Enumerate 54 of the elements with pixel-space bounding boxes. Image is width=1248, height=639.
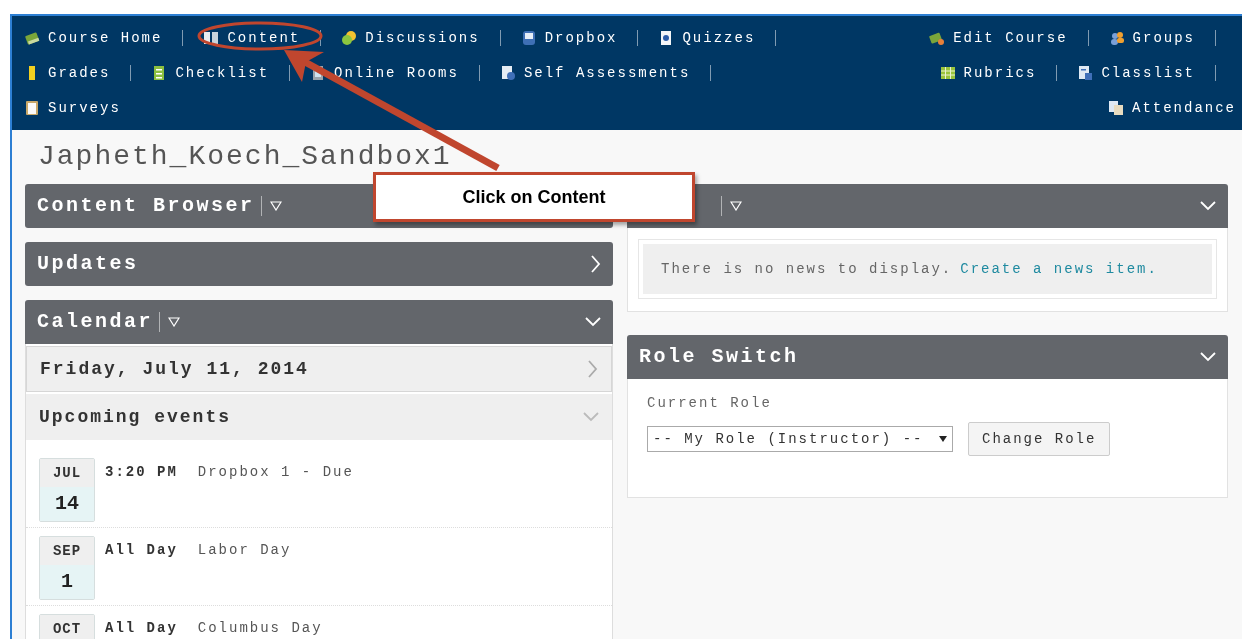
nav-link[interactable]: Rubrics (939, 63, 1037, 82)
nav-link[interactable]: Groups (1108, 28, 1195, 47)
grid-icon (939, 64, 956, 81)
speech-bubbles-icon (341, 29, 358, 46)
nav-link[interactable]: Self Assessments (499, 63, 691, 82)
book-icon (24, 29, 40, 46)
chevron-right-icon[interactable] (589, 255, 601, 273)
nav-link[interactable]: Edit Course (929, 28, 1068, 47)
dropdown-triangle-icon[interactable] (269, 201, 282, 211)
event-time: All Day (105, 541, 178, 560)
page-icon (499, 64, 516, 81)
create-news-link[interactable]: Create a news item. (960, 258, 1158, 280)
section-title: Upcoming events (39, 405, 232, 429)
event-time: All Day (105, 619, 178, 638)
date-label: Friday, July 11, 2014 (40, 357, 309, 381)
nav-link[interactable]: Content (203, 28, 301, 47)
widget-title: Content Browser (37, 194, 255, 218)
event-link[interactable]: Columbus Day (197, 618, 323, 639)
clipboard-icon (24, 99, 40, 116)
change-role-button[interactable]: Change Role (968, 422, 1111, 456)
month-label: SEP (40, 537, 94, 565)
role-select[interactable]: -- My Role (Instructor) -- (647, 426, 953, 452)
open-book-icon (203, 29, 220, 46)
news-message: There is no news to display. (661, 259, 953, 279)
nav-link[interactable]: Grades (24, 63, 111, 82)
people-icon (1108, 29, 1125, 46)
nav-link[interactable]: Dropbox (520, 28, 618, 47)
nav-link[interactable]: Discussions (341, 28, 480, 47)
month-label: JUL (40, 459, 94, 487)
event-link[interactable]: Labor Day (197, 540, 292, 561)
day-label: 1 (40, 565, 94, 599)
course-title: Japheth_Koech_Sandbox1 (37, 140, 453, 174)
field-label: Current Role (647, 394, 773, 413)
nav-link[interactable]: Classlist (1077, 63, 1195, 82)
list-icon (1077, 64, 1094, 81)
nav-link[interactable]: Attendance (1108, 98, 1236, 117)
nav-link[interactable]: Checklist (151, 63, 270, 82)
widget-title: Updates (37, 252, 139, 276)
widget-title: Calendar (37, 310, 153, 334)
tray-icon (520, 29, 537, 46)
dropdown-triangle-icon[interactable] (730, 201, 742, 211)
callout-text: Click on Content (462, 185, 606, 209)
widget-title: Role Switch (639, 345, 799, 369)
dropdown-triangle-icon[interactable] (168, 317, 180, 327)
nav-link[interactable]: Online Rooms (310, 63, 459, 82)
dropdown-arrow-icon[interactable] (939, 436, 947, 442)
nav-link[interactable]: Surveys (24, 98, 121, 117)
month-label: OCT (40, 615, 94, 639)
documents-icon (1108, 99, 1124, 116)
event-link[interactable]: Dropbox 1 - Due (197, 462, 354, 483)
day-label: 14 (40, 487, 94, 521)
event-time: 3:20 PM (105, 463, 178, 482)
nav-link[interactable]: Course Home (24, 28, 163, 47)
nav-link[interactable]: Quizzes (658, 28, 756, 47)
